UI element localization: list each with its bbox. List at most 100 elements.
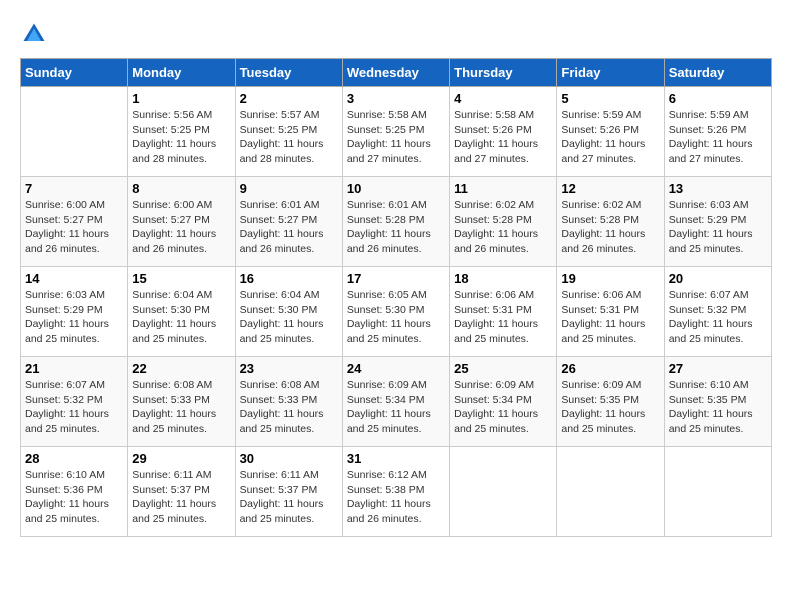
calendar-cell: 4 Sunrise: 5:58 AMSunset: 5:26 PMDaylight… — [450, 87, 557, 177]
week-row-4: 21 Sunrise: 6:07 AMSunset: 5:32 PMDayligh… — [21, 357, 772, 447]
calendar-cell: 14 Sunrise: 6:03 AMSunset: 5:29 PMDayligh… — [21, 267, 128, 357]
day-number: 30 — [240, 451, 338, 466]
week-row-3: 14 Sunrise: 6:03 AMSunset: 5:29 PMDayligh… — [21, 267, 772, 357]
day-info: Sunrise: 5:58 AMSunset: 5:26 PMDaylight:… — [454, 108, 552, 167]
calendar-cell: 25 Sunrise: 6:09 AMSunset: 5:34 PMDayligh… — [450, 357, 557, 447]
calendar-cell: 20 Sunrise: 6:07 AMSunset: 5:32 PMDayligh… — [664, 267, 771, 357]
calendar-cell: 7 Sunrise: 6:00 AMSunset: 5:27 PMDaylight… — [21, 177, 128, 267]
calendar-cell: 21 Sunrise: 6:07 AMSunset: 5:32 PMDayligh… — [21, 357, 128, 447]
calendar-cell: 15Sunrise: 6:04 AMSunset: 5:30 PMDayligh… — [128, 267, 235, 357]
day-number: 16 — [240, 271, 338, 286]
page-header — [20, 20, 772, 48]
day-number: 14 — [25, 271, 123, 286]
day-info: Sunrise: 6:00 AMSunset: 5:27 PMDaylight:… — [132, 198, 230, 257]
calendar-cell: 11Sunrise: 6:02 AMSunset: 5:28 PMDayligh… — [450, 177, 557, 267]
calendar-cell: 31Sunrise: 6:12 AMSunset: 5:38 PMDayligh… — [342, 447, 449, 537]
day-info: Sunrise: 6:01 AMSunset: 5:28 PMDaylight:… — [347, 198, 445, 257]
week-row-2: 7 Sunrise: 6:00 AMSunset: 5:27 PMDaylight… — [21, 177, 772, 267]
day-info: Sunrise: 5:57 AMSunset: 5:25 PMDaylight:… — [240, 108, 338, 167]
day-number: 27 — [669, 361, 767, 376]
day-info: Sunrise: 6:01 AMSunset: 5:27 PMDaylight:… — [240, 198, 338, 257]
day-number: 29 — [132, 451, 230, 466]
day-number: 26 — [561, 361, 659, 376]
calendar-cell: 10 Sunrise: 6:01 AMSunset: 5:28 PMDayligh… — [342, 177, 449, 267]
calendar-cell: 1Sunrise: 5:56 AMSunset: 5:25 PMDaylight… — [128, 87, 235, 177]
logo-icon — [20, 20, 48, 48]
calendar-cell: 17 Sunrise: 6:05 AMSunset: 5:30 PMDayligh… — [342, 267, 449, 357]
calendar-cell: 12 Sunrise: 6:02 AMSunset: 5:28 PMDayligh… — [557, 177, 664, 267]
day-number: 4 — [454, 91, 552, 106]
day-info: Sunrise: 6:06 AMSunset: 5:31 PMDaylight:… — [561, 288, 659, 347]
column-header-thursday: Thursday — [450, 59, 557, 87]
calendar-cell — [664, 447, 771, 537]
day-info: Sunrise: 5:56 AMSunset: 5:25 PMDaylight:… — [132, 108, 230, 167]
day-info: Sunrise: 5:59 AMSunset: 5:26 PMDaylight:… — [669, 108, 767, 167]
day-number: 7 — [25, 181, 123, 196]
day-info: Sunrise: 6:08 AMSunset: 5:33 PMDaylight:… — [240, 378, 338, 437]
day-info: Sunrise: 6:03 AMSunset: 5:29 PMDaylight:… — [669, 198, 767, 257]
day-number: 10 — [347, 181, 445, 196]
calendar-cell: 13 Sunrise: 6:03 AMSunset: 5:29 PMDayligh… — [664, 177, 771, 267]
day-info: Sunrise: 6:07 AMSunset: 5:32 PMDaylight:… — [25, 378, 123, 437]
day-info: Sunrise: 6:00 AMSunset: 5:27 PMDaylight:… — [25, 198, 123, 257]
week-row-5: 28 Sunrise: 6:10 AMSunset: 5:36 PMDayligh… — [21, 447, 772, 537]
day-info: Sunrise: 6:05 AMSunset: 5:30 PMDaylight:… — [347, 288, 445, 347]
calendar-cell: 2 Sunrise: 5:57 AMSunset: 5:25 PMDaylight… — [235, 87, 342, 177]
calendar-cell: 29Sunrise: 6:11 AMSunset: 5:37 PMDayligh… — [128, 447, 235, 537]
day-info: Sunrise: 6:10 AMSunset: 5:36 PMDaylight:… — [25, 468, 123, 527]
calendar-cell: 3 Sunrise: 5:58 AMSunset: 5:25 PMDaylight… — [342, 87, 449, 177]
calendar-cell: 16 Sunrise: 6:04 AMSunset: 5:30 PMDayligh… — [235, 267, 342, 357]
day-number: 12 — [561, 181, 659, 196]
calendar-cell: 28 Sunrise: 6:10 AMSunset: 5:36 PMDayligh… — [21, 447, 128, 537]
day-number: 17 — [347, 271, 445, 286]
day-info: Sunrise: 6:04 AMSunset: 5:30 PMDaylight:… — [132, 288, 230, 347]
calendar-cell: 24 Sunrise: 6:09 AMSunset: 5:34 PMDayligh… — [342, 357, 449, 447]
week-row-1: 1Sunrise: 5:56 AMSunset: 5:25 PMDaylight… — [21, 87, 772, 177]
column-header-friday: Friday — [557, 59, 664, 87]
calendar-cell: 18Sunrise: 6:06 AMSunset: 5:31 PMDayligh… — [450, 267, 557, 357]
calendar-cell: 30 Sunrise: 6:11 AMSunset: 5:37 PMDayligh… — [235, 447, 342, 537]
header-row: SundayMondayTuesdayWednesdayThursdayFrid… — [21, 59, 772, 87]
calendar-cell: 9 Sunrise: 6:01 AMSunset: 5:27 PMDaylight… — [235, 177, 342, 267]
day-info: Sunrise: 6:03 AMSunset: 5:29 PMDaylight:… — [25, 288, 123, 347]
day-number: 2 — [240, 91, 338, 106]
column-header-sunday: Sunday — [21, 59, 128, 87]
day-number: 11 — [454, 181, 552, 196]
day-info: Sunrise: 6:11 AMSunset: 5:37 PMDaylight:… — [240, 468, 338, 527]
day-number: 3 — [347, 91, 445, 106]
calendar-cell — [557, 447, 664, 537]
day-number: 5 — [561, 91, 659, 106]
calendar-table: SundayMondayTuesdayWednesdayThursdayFrid… — [20, 58, 772, 537]
calendar-cell: 27 Sunrise: 6:10 AMSunset: 5:35 PMDayligh… — [664, 357, 771, 447]
day-info: Sunrise: 6:09 AMSunset: 5:35 PMDaylight:… — [561, 378, 659, 437]
day-info: Sunrise: 5:58 AMSunset: 5:25 PMDaylight:… — [347, 108, 445, 167]
day-info: Sunrise: 6:07 AMSunset: 5:32 PMDaylight:… — [669, 288, 767, 347]
day-number: 21 — [25, 361, 123, 376]
day-info: Sunrise: 6:06 AMSunset: 5:31 PMDaylight:… — [454, 288, 552, 347]
calendar-cell: 23Sunrise: 6:08 AMSunset: 5:33 PMDayligh… — [235, 357, 342, 447]
day-info: Sunrise: 6:04 AMSunset: 5:30 PMDaylight:… — [240, 288, 338, 347]
calendar-cell — [450, 447, 557, 537]
day-number: 28 — [25, 451, 123, 466]
day-number: 6 — [669, 91, 767, 106]
calendar-cell: 8 Sunrise: 6:00 AMSunset: 5:27 PMDaylight… — [128, 177, 235, 267]
logo — [20, 20, 52, 48]
day-number: 8 — [132, 181, 230, 196]
day-info: Sunrise: 6:09 AMSunset: 5:34 PMDaylight:… — [454, 378, 552, 437]
day-number: 13 — [669, 181, 767, 196]
calendar-cell — [21, 87, 128, 177]
day-info: Sunrise: 6:10 AMSunset: 5:35 PMDaylight:… — [669, 378, 767, 437]
day-info: Sunrise: 6:08 AMSunset: 5:33 PMDaylight:… — [132, 378, 230, 437]
column-header-saturday: Saturday — [664, 59, 771, 87]
day-number: 25 — [454, 361, 552, 376]
calendar-cell: 26 Sunrise: 6:09 AMSunset: 5:35 PMDayligh… — [557, 357, 664, 447]
calendar-cell: 19Sunrise: 6:06 AMSunset: 5:31 PMDayligh… — [557, 267, 664, 357]
day-number: 9 — [240, 181, 338, 196]
day-number: 20 — [669, 271, 767, 286]
day-number: 22 — [132, 361, 230, 376]
column-header-tuesday: Tuesday — [235, 59, 342, 87]
day-number: 24 — [347, 361, 445, 376]
day-info: Sunrise: 6:09 AMSunset: 5:34 PMDaylight:… — [347, 378, 445, 437]
day-info: Sunrise: 6:02 AMSunset: 5:28 PMDaylight:… — [561, 198, 659, 257]
day-info: Sunrise: 5:59 AMSunset: 5:26 PMDaylight:… — [561, 108, 659, 167]
